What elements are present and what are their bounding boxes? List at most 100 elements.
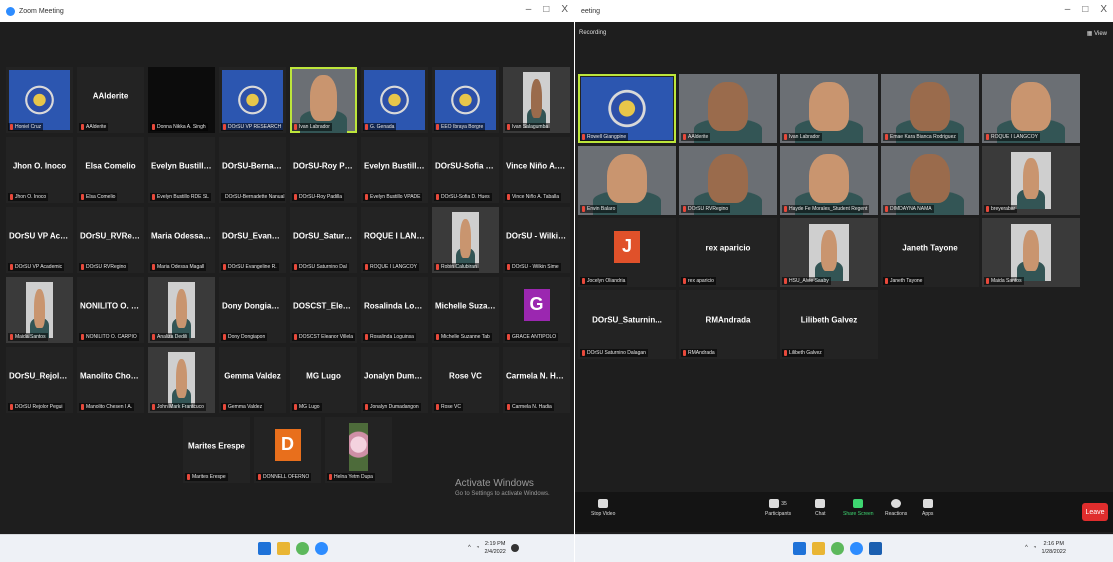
participant-tile[interactable]: DOrSU RVRegino <box>679 146 777 215</box>
participant-tile[interactable]: Robin Calubiran <box>432 207 499 273</box>
participant-tile[interactable]: DOrSU_RVRegino DOrSU RVRegino <box>77 207 144 273</box>
participants-label: Participants <box>765 511 792 517</box>
tray-chevron-icon[interactable]: ^ <box>468 545 471 551</box>
participant-tile[interactable]: Evelyn Bustillo_... Evelyn Bustillo RDE S… <box>148 137 215 203</box>
participant-tile[interactable]: ROQUE I LANG... ROQUE I LANGCOY <box>361 207 428 273</box>
participant-tile[interactable]: DOrSU_Evangeli... DOrSU Evangeline R. <box>219 207 286 273</box>
participant-tile[interactable]: Ivan Labrador <box>290 67 357 133</box>
apps-button[interactable]: Apps <box>922 499 933 517</box>
minimize-button-right[interactable]: – <box>1065 4 1071 15</box>
participant-tile[interactable]: AAlderite AAlderite <box>77 67 144 133</box>
participant-tile[interactable]: Hayde Fe Morales_Student Regent <box>780 146 878 215</box>
participant-tile[interactable]: Jhon O. Inoco Jhon O. Inoco <box>6 137 73 203</box>
participant-tile[interactable]: EEO Ibraya Borgre <box>432 67 499 133</box>
participant-tile[interactable]: DOrSU_Saturnin... DOrSU Saturnino Dal <box>290 207 357 273</box>
participant-tile[interactable]: Maida Santos <box>6 277 73 343</box>
participant-tile[interactable]: Marites Erespe Marites Erespe <box>183 417 250 483</box>
participant-tile[interactable]: Gemma Valdez Gemma Valdez <box>219 347 286 413</box>
participant-tile[interactable]: RMAndrada RMAndrada <box>679 290 777 359</box>
chrome-icon[interactable] <box>296 542 309 555</box>
participant-tile[interactable]: Emae Kara Bianca Rodriguez <box>881 74 979 143</box>
close-button[interactable]: X <box>561 4 568 15</box>
participant-tile[interactable]: Jonalyn Dumad... Jonalyn Dumadangon <box>361 347 428 413</box>
participant-tile[interactable]: DOrSU VP Acad... DOrSU VP Academic <box>6 207 73 273</box>
participant-tile[interactable]: G GRACE ANTIPOLO <box>503 277 570 343</box>
share-screen-button[interactable]: Share Screen <box>843 499 874 517</box>
tray-chevron-icon-right[interactable]: ^ <box>1025 545 1028 551</box>
participant-name: DOrSU VP RESEARCH <box>228 124 282 130</box>
zoom-taskbar-icon[interactable] <box>315 542 328 555</box>
view-button[interactable]: ▦ View <box>1087 30 1107 37</box>
chrome-icon-right[interactable] <box>831 542 844 555</box>
leave-button[interactable]: Leave <box>1082 503 1108 521</box>
participant-tile[interactable]: Helna Yetm Dupa <box>325 417 392 483</box>
participant-name-label: Ivan Salagumba <box>505 123 551 131</box>
participant-tile[interactable]: D DONNELL OFERNO <box>254 417 321 483</box>
participant-tile[interactable]: DOrSU-Bernade... DOrSU-Bernadette Nanual <box>219 137 286 203</box>
participant-tile[interactable]: Rowell Giangpine <box>578 74 676 143</box>
participant-tile[interactable]: DIMDAYNA NAMA <box>881 146 979 215</box>
participant-name: Vince Niño A. Taballa <box>512 194 560 200</box>
participant-tile[interactable]: DOrSU - Wilkin... DOrSU - Wilkin Sime <box>503 207 570 273</box>
participant-tile[interactable]: John Mark Frantcuco <box>148 347 215 413</box>
participant-tile[interactable]: DOSCST_Eleano... DOSCST Eleanor Villela <box>290 277 357 343</box>
file-explorer-icon-right[interactable] <box>812 542 825 555</box>
windows-start-icon-right[interactable] <box>793 542 806 555</box>
participant-tile[interactable]: Maria Odessa M... Maria Odessa Magall <box>148 207 215 273</box>
windows-start-icon[interactable] <box>258 542 271 555</box>
participant-tile[interactable]: G. Genada <box>361 67 428 133</box>
participant-tile[interactable]: DOrSU-Sofia D... DOrSU-Sofia D. Hues <box>432 137 499 203</box>
participant-tile[interactable]: DOrSU_Saturnin... DOrSU Saturnino Dalagan <box>578 290 676 359</box>
participant-tile[interactable]: Ivan Labrador <box>780 74 878 143</box>
wifi-icon[interactable]: ◔ <box>476 545 480 551</box>
muted-mic-icon <box>507 124 510 130</box>
participant-tile[interactable]: rex aparicio rex aparicio <box>679 218 777 287</box>
participant-tile[interactable]: DOrSU-Roy Padi... DOrSU-Roy Padilla <box>290 137 357 203</box>
participant-tile[interactable]: Dony Dongiapon Dony Dongiapon <box>219 277 286 343</box>
file-explorer-icon[interactable] <box>277 542 290 555</box>
chat-button[interactable]: Chat <box>815 499 826 517</box>
notification-icon[interactable] <box>510 544 519 552</box>
participant-tile[interactable]: Vince Niño A. T... Vince Niño A. Taballa <box>503 137 570 203</box>
close-button-right[interactable]: X <box>1100 4 1107 15</box>
participant-tile[interactable]: Carmela N. Hadia Carmela N. Hadia <box>503 347 570 413</box>
participant-name-label: DOrSU Saturnino Dal <box>292 263 349 271</box>
participant-tile[interactable]: breyerabar <box>982 146 1080 215</box>
stop-video-button[interactable]: Stop Video <box>591 499 615 517</box>
participants-button[interactable]: 35 Participants <box>765 499 791 517</box>
wifi-icon-right[interactable]: ◔ <box>1033 545 1037 551</box>
participant-tile[interactable]: Manolito Chose... Manolito Chesen I A. <box>77 347 144 413</box>
participant-tile[interactable]: Rosalinda Logui... Rosalinda Loguinsa <box>361 277 428 343</box>
participant-tile[interactable]: Elsa Comelio Elsa Comelio <box>77 137 144 203</box>
participant-tile[interactable]: AAlderite <box>679 74 777 143</box>
maximize-button[interactable]: □ <box>543 4 549 15</box>
reactions-button[interactable]: Reactions <box>885 499 907 517</box>
participant-tile[interactable]: MG Lugo MG Lugo <box>290 347 357 413</box>
maximize-button-right[interactable]: □ <box>1082 4 1088 15</box>
participant-tile[interactable]: Donna Nikka A. Singh <box>148 67 215 133</box>
taskbar-clock[interactable]: 2:19 PM 2/4/2022 <box>484 540 505 556</box>
participant-name: Ivan Labrador <box>299 124 330 130</box>
participant-tile[interactable]: Michelle Suzann... Michelle Suzanne Tab <box>432 277 499 343</box>
taskbar-clock-right[interactable]: 2:16 PM 1/28/2022 <box>1041 540 1065 556</box>
participant-tile[interactable]: Evelyn Bustillo_... Evelyn Bustillo VPADE <box>361 137 428 203</box>
participant-tile[interactable]: Analiza Dedili <box>148 277 215 343</box>
participant-tile[interactable]: NONILITO O. CA... NONILITO O. CARPIO <box>77 277 144 343</box>
participant-tile[interactable]: Honiel Cruz <box>6 67 73 133</box>
participant-tile[interactable]: Ivan Salagumba <box>503 67 570 133</box>
participant-tile[interactable]: Maida Santos <box>982 218 1080 287</box>
zoom-taskbar-icon-right[interactable] <box>850 542 863 555</box>
participant-tile[interactable]: DOrSU VP RESEARCH <box>219 67 286 133</box>
participant-tile[interactable]: Janeth Tayone Janeth Tayone <box>881 218 979 287</box>
participant-tile[interactable]: Erwin Balaro <box>578 146 676 215</box>
participant-tile[interactable]: ROQUE I LANGCOY <box>982 74 1080 143</box>
minimize-button[interactable]: – <box>526 4 532 15</box>
participant-tile[interactable]: Rose VC Rose VC <box>432 347 499 413</box>
participant-name: Rowell Giangpine <box>587 134 627 140</box>
participant-name: DOrSU - Wilkin Sime <box>512 264 559 270</box>
participant-tile[interactable]: Lilibeth Galvez Lilibeth Galvez <box>780 290 878 359</box>
word-icon[interactable] <box>869 542 882 555</box>
participant-tile[interactable]: HSU_Alvie Saaby <box>780 218 878 287</box>
participant-tile[interactable]: J Jocelyn Oliandria <box>578 218 676 287</box>
participant-tile[interactable]: DOrSU_Rejolor ... DOrSU Rejolor Pegui <box>6 347 73 413</box>
